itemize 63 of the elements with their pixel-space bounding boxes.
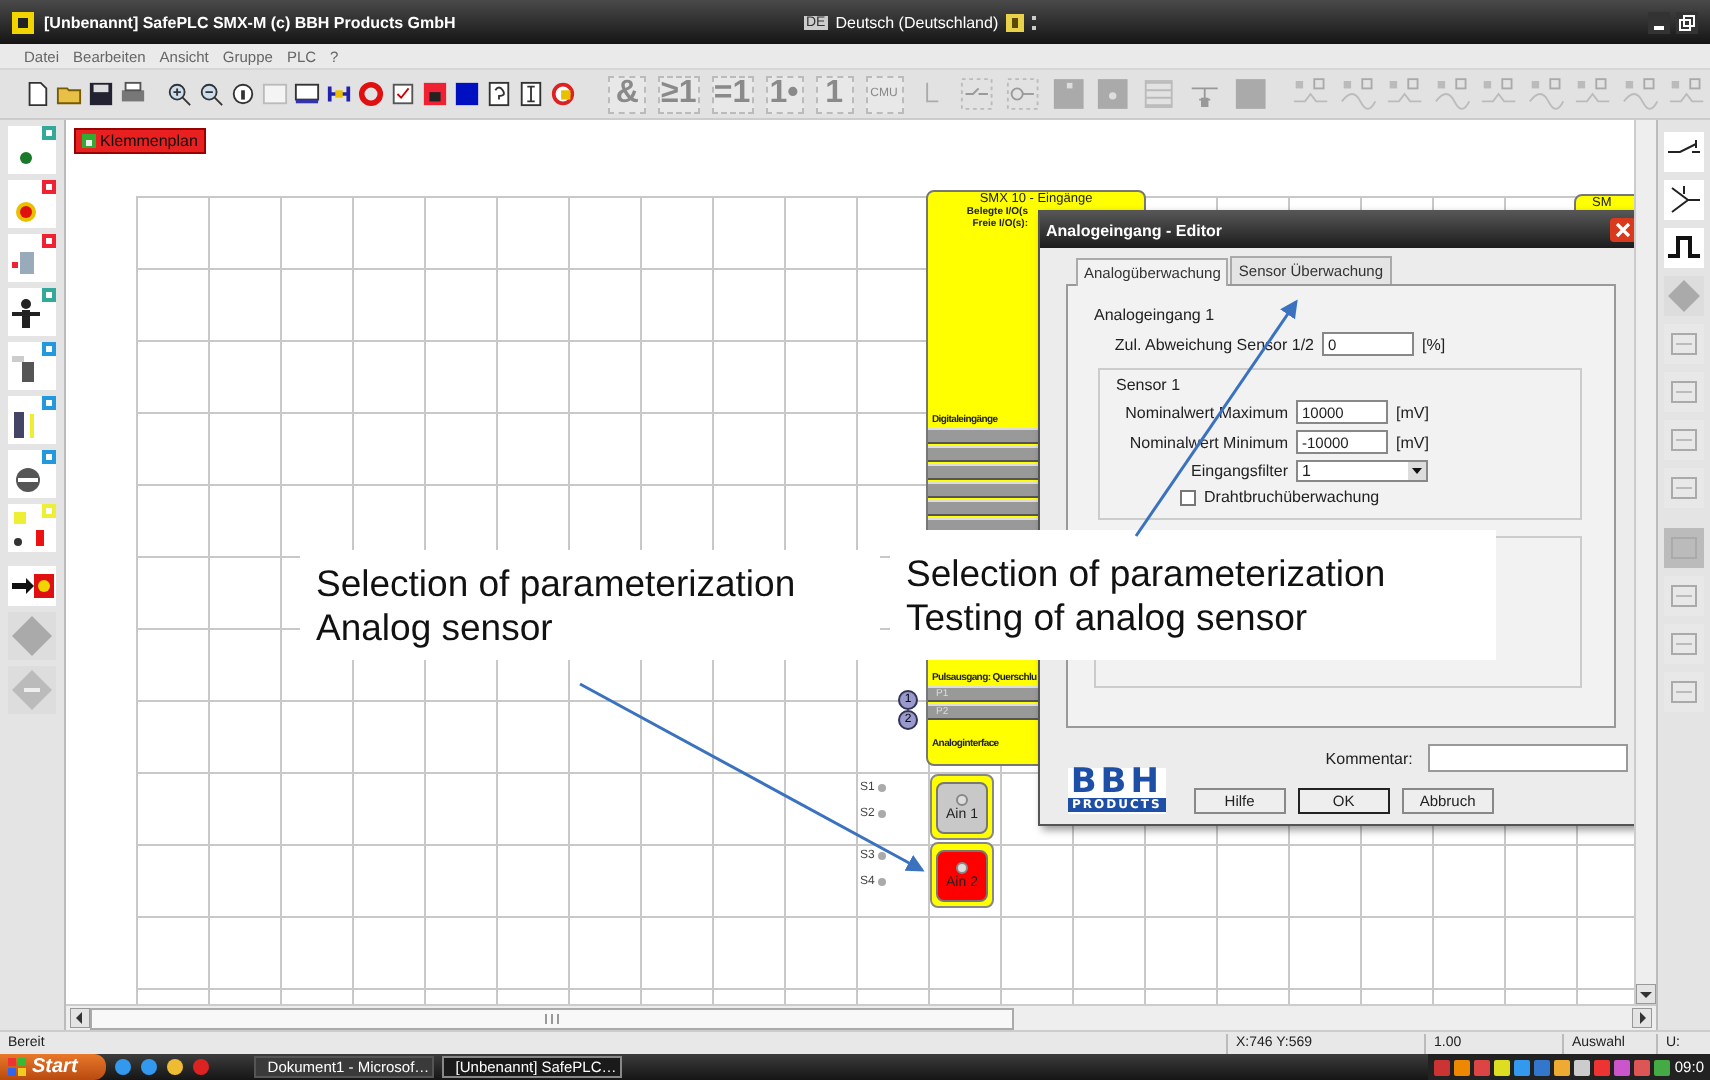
minimize-icon[interactable]	[1648, 11, 1670, 33]
unit-label: [mV]	[1396, 403, 1429, 421]
save-icon[interactable]	[88, 80, 114, 108]
door-icon[interactable]	[8, 396, 56, 444]
callout-text: Selection of parameterization	[316, 561, 798, 605]
window-title: [Unbenannt] SafePLC SMX-M (c) BBH Products GmbH	[44, 13, 458, 31]
restore-icon[interactable]	[1676, 11, 1698, 33]
field-label: Nominalwert Maximum	[1123, 403, 1288, 421]
field-label: Kommentar:	[1325, 749, 1413, 767]
grip-icon	[544, 1013, 560, 1023]
fork-icon[interactable]	[1664, 180, 1704, 220]
sheet-tab[interactable]: Klemmenplan	[74, 128, 206, 154]
app-icon	[12, 11, 34, 33]
language-label[interactable]: Deutsch (Deutschland)	[835, 13, 999, 31]
start-button[interactable]: Start	[0, 1054, 106, 1080]
logic-button[interactable]: 1	[815, 75, 854, 113]
sheet-tab-label[interactable]: Klemmenplan	[100, 132, 198, 150]
unit-label: [mV]	[1396, 433, 1429, 451]
checkbox-label: Drahtbruchüberwachung	[1204, 488, 1380, 506]
tag-icon[interactable]	[549, 80, 576, 108]
zoom-in-icon[interactable]	[165, 80, 192, 108]
ring-icon[interactable]	[357, 80, 384, 108]
close-icon[interactable]	[1610, 218, 1634, 242]
callout-text: Selection of parameterization	[906, 551, 1388, 595]
figure-icon[interactable]	[8, 288, 56, 336]
light-curtain-icon[interactable]	[8, 234, 56, 282]
pulse-icon[interactable]	[1664, 228, 1704, 268]
selector-icon[interactable]	[8, 450, 56, 498]
new-document-icon[interactable]	[24, 80, 50, 108]
logic-button[interactable]: 1•	[765, 75, 804, 113]
dialog-title: Analogeingang - Editor	[1046, 221, 1224, 239]
scroll-down-icon[interactable]	[1636, 984, 1656, 1004]
text-icon[interactable]	[517, 80, 544, 108]
logic-button[interactable]: ≥1	[658, 75, 700, 113]
info-icon[interactable]	[229, 80, 256, 108]
logic-button[interactable]: =1	[711, 75, 754, 113]
checkbox-icon[interactable]	[389, 80, 416, 108]
callout-text: Analog sensor	[316, 605, 555, 649]
logic-button[interactable]: &	[608, 75, 647, 113]
lamp-icon[interactable]	[8, 504, 56, 552]
checkbox[interactable]	[1180, 489, 1196, 505]
callout-text: Testing of analog sensor	[906, 595, 1310, 639]
help-icon[interactable]	[485, 80, 512, 108]
scrollbar-thumb[interactable]	[90, 1007, 1014, 1029]
scroll-right-icon[interactable]	[1632, 1008, 1652, 1028]
comment-field[interactable]	[1428, 744, 1629, 772]
scroll-left-icon[interactable]	[70, 1008, 90, 1028]
emergency-stop-icon[interactable]	[8, 180, 56, 228]
switch-icon[interactable]	[1664, 132, 1704, 172]
switch-icon[interactable]	[8, 342, 56, 390]
arrow-box-icon[interactable]	[8, 566, 56, 606]
zoom-out-icon[interactable]	[197, 80, 224, 108]
field-label: Eingangsfilter	[1189, 462, 1288, 480]
help-icon[interactable]	[1006, 13, 1025, 31]
unit-label: [%]	[1422, 335, 1446, 353]
dropdown-arrow-icon	[1408, 462, 1426, 480]
grip-icon[interactable]	[1032, 13, 1039, 31]
group-title: Sensor 1	[1114, 376, 1183, 394]
monitor-icon[interactable]	[293, 80, 320, 108]
sensor-icon[interactable]	[8, 126, 56, 174]
section-heading: Analogeingang 1	[1094, 306, 1217, 324]
filter-dropdown[interactable]: 1	[1296, 460, 1428, 482]
square-icon[interactable]	[453, 80, 480, 108]
